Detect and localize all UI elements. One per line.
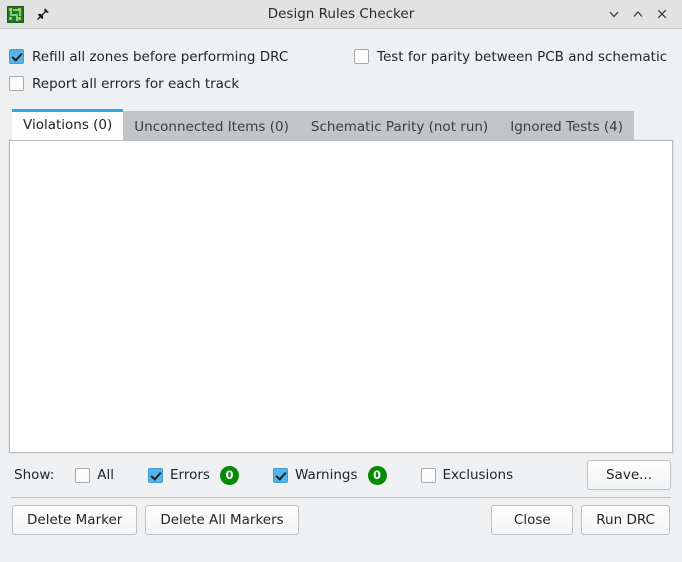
refill-zones-label: Refill all zones before performing DRC [32, 49, 288, 65]
tab-schematic-parity[interactable]: Schematic Parity (not run) [300, 111, 499, 140]
delete-marker-button[interactable]: Delete Marker [12, 505, 137, 535]
filter-all-label: All [97, 467, 114, 483]
dialog-body: Refill all zones before performing DRC R… [0, 29, 682, 542]
show-label: Show: [14, 467, 54, 483]
footer-button-row: Delete Marker Delete All Markers Close R… [9, 498, 673, 542]
show-filter-row: Show: All Errors 0 Warnings 0 Exclusions… [9, 453, 673, 497]
option-test-parity[interactable]: Test for parity between PCB and schemati… [354, 43, 673, 70]
window-controls [602, 2, 682, 26]
filter-errors-label: Errors [170, 467, 210, 483]
option-report-all-errors[interactable]: Report all errors for each track [9, 70, 354, 97]
maximize-icon[interactable] [626, 2, 650, 26]
filter-warnings-checkbox[interactable] [273, 468, 288, 483]
tab-bar: Violations (0) Unconnected Items (0) Sch… [9, 109, 673, 140]
test-parity-label: Test for parity between PCB and schemati… [377, 49, 667, 65]
options-column-left: Refill all zones before performing DRC R… [9, 43, 354, 97]
option-refill-zones[interactable]: Refill all zones before performing DRC [9, 43, 354, 70]
close-button[interactable]: Close [491, 505, 573, 535]
options-section: Refill all zones before performing DRC R… [9, 29, 673, 97]
filter-all[interactable]: All [75, 467, 114, 483]
filter-warnings-label: Warnings [295, 467, 358, 483]
delete-all-markers-button[interactable]: Delete All Markers [145, 505, 298, 535]
report-all-errors-checkbox[interactable] [9, 76, 24, 91]
close-icon[interactable] [650, 2, 674, 26]
results-list-panel[interactable] [9, 140, 673, 453]
filter-errors-checkbox[interactable] [148, 468, 163, 483]
errors-count-badge: 0 [220, 466, 239, 485]
warnings-count-badge: 0 [368, 466, 387, 485]
minimize-icon[interactable] [602, 2, 626, 26]
refill-zones-checkbox[interactable] [9, 49, 24, 64]
options-column-right: Test for parity between PCB and schemati… [354, 43, 673, 97]
test-parity-checkbox[interactable] [354, 49, 369, 64]
tab-violations[interactable]: Violations (0) [12, 109, 123, 140]
pcb-board-icon [7, 6, 24, 23]
filter-errors[interactable]: Errors 0 [148, 466, 239, 485]
report-all-errors-label: Report all errors for each track [32, 76, 239, 92]
title-bar: Design Rules Checker [0, 0, 682, 29]
save-button[interactable]: Save... [587, 460, 671, 490]
title-bar-left-icons [0, 5, 51, 23]
filter-exclusions[interactable]: Exclusions [421, 467, 514, 483]
filter-warnings[interactable]: Warnings 0 [273, 466, 387, 485]
filter-exclusions-label: Exclusions [443, 467, 514, 483]
tab-unconnected-items[interactable]: Unconnected Items (0) [123, 111, 300, 140]
window-title: Design Rules Checker [0, 6, 682, 22]
tab-ignored-tests[interactable]: Ignored Tests (4) [499, 111, 634, 140]
pin-icon[interactable] [33, 5, 51, 23]
run-drc-button[interactable]: Run DRC [581, 505, 670, 535]
filter-exclusions-checkbox[interactable] [421, 468, 436, 483]
filter-all-checkbox[interactable] [75, 468, 90, 483]
